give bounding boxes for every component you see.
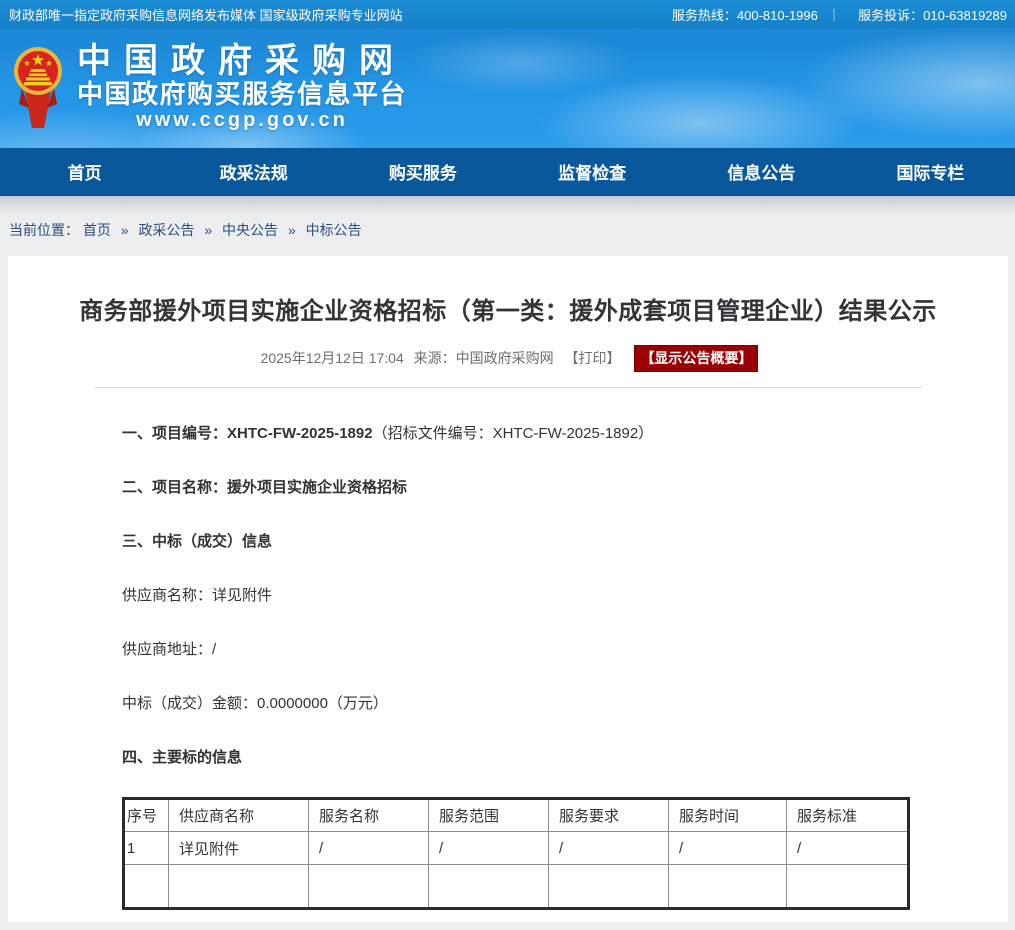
topbar-slogan: 财政部唯一指定政府采购信息网络发布媒体 国家级政府采购专业网站: [9, 5, 403, 24]
site-subtitle: 中国政府购买服务信息平台: [77, 80, 407, 108]
table-cell: [309, 865, 429, 909]
nav-item-home[interactable]: 首页: [0, 148, 169, 195]
main-subject-table: 序号 供应商名称 服务名称 服务范围 服务要求 服务时间 服务标准 1 详见附件…: [122, 797, 910, 910]
nav-item-announcements[interactable]: 信息公告: [677, 148, 846, 195]
table-cell: /: [787, 832, 909, 865]
paragraph-bold-text: 三、中标（成交）信息: [122, 533, 272, 550]
table-cell: [549, 865, 669, 909]
nav-item-regulations[interactable]: 政采法规: [169, 148, 338, 195]
service-complaint: 服务投诉：010-63819289: [858, 8, 1007, 23]
topbar-contacts: 服务热线：400-810-1996 ｜ 服务投诉：010-63819289: [666, 5, 1007, 24]
paragraph-project-name: 二、项目名称：援外项目实施企业资格招标: [122, 479, 948, 496]
site-title: 中国政府采购网: [77, 42, 407, 80]
paragraph-bold-text: 四、主要标的信息: [122, 749, 242, 766]
column-header-service-name: 服务名称: [309, 799, 429, 832]
breadcrumb-home[interactable]: 首页: [83, 222, 111, 238]
table-cell: [169, 865, 309, 909]
page-title: 商务部援外项目实施企业资格招标（第一类：援外成套项目管理企业）结果公示: [46, 296, 970, 328]
table-cell: /: [669, 832, 787, 865]
breadcrumb-prefix: 当前位置：: [9, 222, 79, 238]
paragraph-normal-text: 中标（成交）金额：0.0000000（万元）: [122, 695, 388, 712]
meta-divider: [95, 387, 922, 388]
table-row: [124, 865, 909, 909]
table-cell: [429, 865, 549, 909]
table-cell: [124, 865, 169, 909]
paragraph-bold-text: 二、项目名称：援外项目实施企业资格招标: [122, 479, 407, 496]
site-titles: 中国政府采购网 中国政府购买服务信息平台 www.ccgp.gov.cn: [77, 42, 407, 132]
show-summary-button[interactable]: 【显示公告概要】: [634, 345, 758, 372]
column-header-supplier-name: 供应商名称: [169, 799, 309, 832]
announcement-panel: 商务部援外项目实施企业资格招标（第一类：援外成套项目管理企业）结果公示 2025…: [8, 256, 1008, 922]
paragraph-normal-text: （招标文件编号：XHTC-FW-2025-1892）: [373, 425, 654, 442]
column-header-service-scope: 服务范围: [429, 799, 549, 832]
column-header-seq: 序号: [124, 799, 169, 832]
publish-date: 2025年12月12日 17:04: [261, 350, 404, 366]
site-url: www.ccgp.gov.cn: [77, 108, 407, 132]
column-header-service-time: 服务时间: [669, 799, 787, 832]
table-cell: /: [549, 832, 669, 865]
paragraph-award-amount: 中标（成交）金额：0.0000000（万元）: [122, 695, 948, 712]
national-emblem-icon: [13, 46, 63, 132]
table-header-row: 序号 供应商名称 服务名称 服务范围 服务要求 服务时间 服务标准: [124, 799, 909, 832]
breadcrumb: 当前位置： 首页 » 政采公告 » 中央公告 » 中标公告: [0, 196, 1015, 256]
article-meta: 2025年12月12日 17:04 来源：中国政府采购网 【打印】 【显示公告概…: [8, 345, 1008, 372]
paragraph-normal-text: 供应商名称：详见附件: [122, 587, 272, 604]
paragraph-award-info-heading: 三、中标（成交）信息: [122, 533, 948, 550]
article-body: 一、项目编号：XHTC-FW-2025-1892（招标文件编号：XHTC-FW-…: [122, 425, 948, 910]
site-header: 中国政府采购网 中国政府购买服务信息平台 www.ccgp.gov.cn: [0, 28, 1015, 148]
breadcrumb-separator: »: [204, 222, 212, 238]
breadcrumb-award-announcements[interactable]: 中标公告: [306, 222, 362, 238]
table-cell: /: [429, 832, 549, 865]
print-button[interactable]: 【打印】: [565, 350, 621, 366]
breadcrumb-zhengcai-gonggao[interactable]: 政采公告: [138, 222, 194, 238]
table-cell: /: [309, 832, 429, 865]
page: 财政部唯一指定政府采购信息网络发布媒体 国家级政府采购专业网站 服务热线：400…: [0, 0, 1015, 930]
topbar: 财政部唯一指定政府采购信息网络发布媒体 国家级政府采购专业网站 服务热线：400…: [0, 0, 1015, 28]
table-cell: [669, 865, 787, 909]
site-logo[interactable]: 中国政府采购网 中国政府购买服务信息平台 www.ccgp.gov.cn: [13, 42, 407, 132]
nav-item-international[interactable]: 国际专栏: [846, 148, 1015, 195]
paragraph-supplier-name: 供应商名称：详见附件: [122, 587, 948, 604]
nav-item-supervision[interactable]: 监督检查: [508, 148, 677, 195]
breadcrumb-separator: »: [121, 222, 129, 238]
service-hotline: 服务热线：400-810-1996: [672, 8, 818, 23]
table-cell: 详见附件: [169, 832, 309, 865]
breadcrumb-separator: »: [288, 222, 296, 238]
nav-item-purchase-services[interactable]: 购买服务: [338, 148, 507, 195]
column-header-service-requirements: 服务要求: [549, 799, 669, 832]
column-header-service-standard: 服务标准: [787, 799, 909, 832]
paragraph-main-subject-heading: 四、主要标的信息: [122, 749, 948, 766]
paragraph-bold-text: 一、项目编号：XHTC-FW-2025-1892: [122, 425, 373, 442]
content-background: 当前位置： 首页 » 政采公告 » 中央公告 » 中标公告 商务部援外项目实施企…: [0, 196, 1015, 929]
topbar-divider: ｜: [828, 8, 841, 23]
paragraph-project-number: 一、项目编号：XHTC-FW-2025-1892（招标文件编号：XHTC-FW-…: [122, 425, 948, 442]
paragraph-supplier-address: 供应商地址：/: [122, 641, 948, 658]
paragraph-normal-text: 供应商地址：/: [122, 641, 216, 658]
breadcrumb-central-announcements[interactable]: 中央公告: [222, 222, 278, 238]
main-nav: 首页 政采法规 购买服务 监督检查 信息公告 国际专栏: [0, 148, 1015, 196]
table-cell: [787, 865, 909, 909]
article-source: 来源：中国政府采购网: [414, 350, 554, 366]
table-row: 1 详见附件 / / / / /: [124, 832, 909, 865]
table-cell: 1: [124, 832, 169, 865]
